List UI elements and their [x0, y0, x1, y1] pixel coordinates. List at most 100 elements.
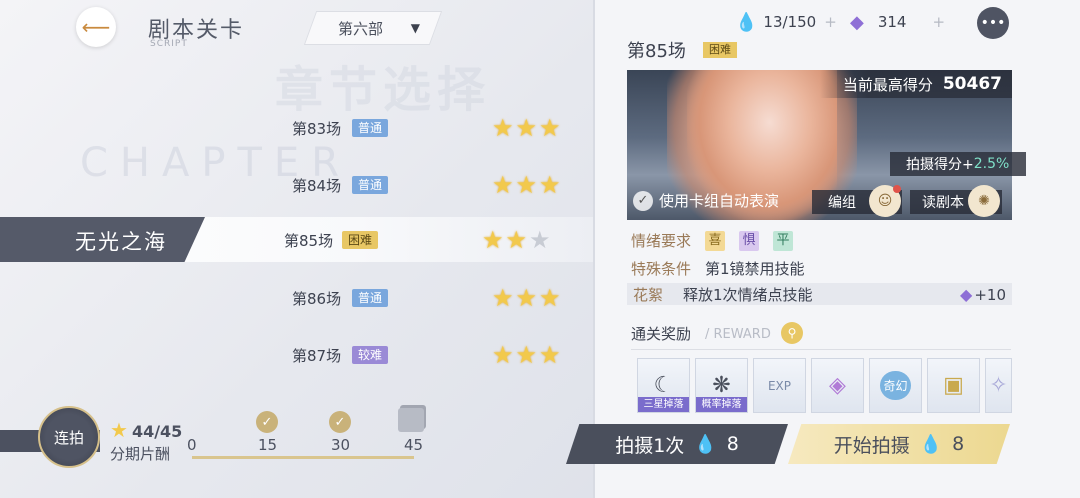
divider [631, 349, 1011, 350]
emotion-fear: 惧 [739, 230, 760, 251]
reward-item[interactable]: ❋ 概率掉落 [695, 358, 748, 413]
huaxu-reward-value: +10 [974, 285, 1006, 304]
emotion-calm: 平 [773, 230, 794, 251]
reward-item[interactable]: ☾ 三星掉落 [637, 358, 690, 413]
reward-badge: 三星掉落 [638, 397, 689, 412]
back-button[interactable]: ⟵ [76, 7, 116, 47]
film-reel-icon[interactable]: ✺ [968, 185, 1000, 217]
best-score-value: 50467 [942, 74, 1002, 94]
chat-button[interactable]: ••• [977, 7, 1009, 39]
part-select[interactable]: 第六部 ▼ [310, 11, 436, 45]
reward-item[interactable]: EXP [753, 358, 806, 413]
star-rating: ★★★ [492, 114, 563, 142]
star-icon: ★ [110, 418, 128, 442]
gem-icon: ◈ [829, 373, 846, 398]
gift-box-icon: ▣ [943, 373, 964, 398]
score-bonus: 拍摄得分+ 2.5% [890, 152, 1026, 176]
huaxu-reward: ◆ +10 [960, 285, 1006, 304]
water-value: 13/150 [763, 13, 817, 31]
stars-missing: ★ [529, 226, 553, 254]
milestone-label: 15 [258, 436, 278, 454]
check-icon[interactable]: ✓ [256, 411, 278, 433]
scene-name: 第84场 [292, 177, 342, 195]
scene-list-panel: 章节选择 CHAPTER ⟵ 剧本关卡 SCRIPT 第六部 ▼ 第83场 普通… [0, 0, 595, 498]
scene-row-86[interactable]: 第86场 普通 ★★★ [0, 276, 595, 320]
scene-name: 第86场 [292, 290, 342, 308]
milestone-label: 0 [187, 436, 197, 454]
shoot-once-cost: 8 [726, 433, 739, 455]
star-total: ★ 44/45 [110, 418, 182, 442]
difficulty-tag: 困难 [703, 42, 737, 58]
part-select-value: 第六部 [338, 19, 384, 38]
scene-row-85[interactable]: 第85场 困难 ★★★ [0, 218, 595, 262]
huaxu-value: 释放1次情绪点技能 [683, 285, 813, 304]
star-rating: ★★★ [492, 284, 563, 312]
special-condition: 特殊条件 第1镜禁用技能 [631, 258, 805, 279]
scene-row-87[interactable]: 第87场 较难 ★★★ [0, 333, 595, 377]
reward-icon: ❋ [712, 373, 731, 398]
stars-earned: ★★ [482, 226, 530, 254]
start-shoot-cost: 8 [952, 433, 965, 455]
difficulty-tag: 普通 [352, 176, 389, 194]
scene-title: 第85场 [627, 41, 686, 62]
emotion-joy: 喜 [705, 230, 726, 251]
water-resource[interactable]: 💧 13/150 + [735, 10, 837, 34]
auto-perform-toggle[interactable]: ✓ 使用卡组自动表演 [633, 190, 779, 211]
stars-earned: ★★★ [492, 341, 563, 369]
progress-track [192, 456, 414, 459]
crystal-value: 314 [877, 13, 907, 31]
search-icon[interactable]: ⚲ [781, 322, 803, 344]
start-shoot-button[interactable]: 开始拍摄 💧 8 [788, 424, 1010, 464]
crystal-icon: ◆ [960, 284, 973, 304]
lianpai-button[interactable]: 连拍 [38, 406, 100, 468]
check-icon[interactable]: ✓ [329, 411, 351, 433]
star-total-value: 44/45 [131, 422, 183, 441]
difficulty-tag: 普通 [352, 119, 389, 137]
bonus-value: 2.5% [973, 156, 1010, 172]
best-score: 当前最高得分 50467 [820, 70, 1012, 98]
reward-title: 通关奖励 [631, 325, 692, 343]
arrow-left-icon: ⟵ [81, 15, 111, 39]
reward-item[interactable]: ◈ [811, 358, 864, 413]
crystal-resource[interactable]: ◆ 314 + [850, 10, 960, 34]
caret-down-icon: ▼ [410, 21, 420, 35]
shoot-once-button[interactable]: 拍摄1次 💧 8 [566, 424, 788, 464]
reward-item[interactable]: ✧ [985, 358, 1012, 413]
special-label: 特殊条件 [631, 260, 692, 278]
reward-icon: ☾ [653, 373, 674, 398]
start-shoot-label: 开始拍摄 [833, 434, 910, 457]
scene-name: 第83场 [292, 120, 342, 138]
reward-badge: 概率掉落 [696, 397, 747, 412]
water-drop-icon: 💧 [735, 11, 758, 33]
stars-earned: ★★★ [492, 284, 563, 312]
stars-earned: ★★★ [492, 114, 563, 142]
huaxu-label: 花絮 [633, 285, 664, 304]
plus-icon[interactable]: + [824, 13, 837, 31]
stars-earned: ★★★ [492, 171, 563, 199]
installment-reward-label: 分期片酬 [110, 445, 171, 463]
bonus-label: 拍摄得分+ [906, 157, 974, 173]
emotion-requirement: 情绪要求 喜 惧 平 [631, 230, 794, 251]
scene-row-83[interactable]: 第83场 普通 ★★★ [0, 106, 595, 150]
difficulty-tag: 普通 [352, 289, 389, 307]
special-value: 第1镜禁用技能 [705, 260, 805, 278]
reward-chest-icon[interactable] [398, 408, 424, 432]
shoot-once-label: 拍摄1次 [615, 434, 685, 457]
star-rating: ★★★ [482, 226, 553, 254]
milestone-label: 30 [331, 436, 351, 454]
page-subtitle: SCRIPT [150, 39, 188, 49]
milestone-label: 45 [404, 436, 424, 454]
exp-icon: EXP [767, 378, 792, 393]
reward-item[interactable]: 奇幻 [869, 358, 922, 413]
reward-item[interactable]: ▣ [927, 358, 980, 413]
scene-name: 第85场 [284, 232, 334, 250]
fantasy-icon: 奇幻 [880, 371, 911, 400]
water-drop-icon: 💧 [919, 433, 943, 455]
huaxu-row: 花絮 释放1次情绪点技能 ◆ +10 [627, 283, 1012, 305]
auto-perform-label: 使用卡组自动表演 [659, 192, 780, 210]
water-drop-icon: 💧 [694, 433, 717, 455]
scene-row-84[interactable]: 第84场 普通 ★★★ [0, 163, 595, 207]
notification-dot [893, 185, 901, 193]
plus-icon[interactable]: + [932, 13, 945, 31]
emotion-label: 情绪要求 [631, 232, 692, 250]
